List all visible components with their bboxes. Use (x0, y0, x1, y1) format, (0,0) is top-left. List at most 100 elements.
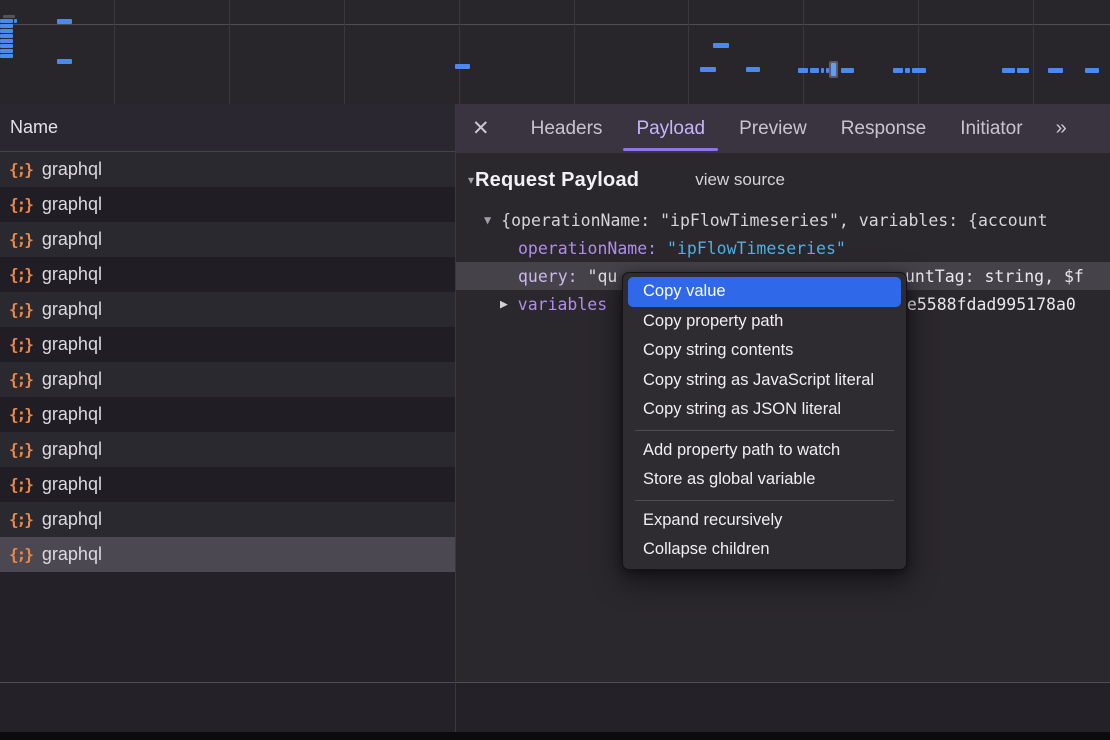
menu-item-expand-recursively[interactable]: Expand recursively (628, 506, 901, 536)
menu-item-copy-value[interactable]: Copy value (628, 277, 901, 307)
menu-item-copy-string-contents[interactable]: Copy string contents (628, 336, 901, 366)
operation-name-row[interactable]: operationName: "ipFlowTimeseries" (456, 234, 1110, 262)
request-row[interactable]: {;} graphql (0, 187, 455, 222)
waterfall-bar[interactable] (3, 15, 15, 18)
property-key: query: (518, 267, 578, 286)
request-row[interactable]: {;} graphql (0, 537, 455, 572)
waterfall-bar[interactable] (893, 68, 903, 73)
waterfall-bar[interactable] (810, 68, 819, 73)
request-row[interactable]: {;}graphql (0, 362, 455, 397)
tab-label: Payload (636, 118, 705, 140)
overview-gridline (574, 0, 575, 104)
waterfall-bar[interactable] (0, 44, 13, 48)
request-name-label: graphql (42, 334, 102, 355)
tab-response[interactable]: Response (841, 104, 927, 153)
request-name-label: graphql (42, 264, 102, 285)
tab-headers[interactable]: Headers (531, 104, 603, 153)
waterfall-bar[interactable] (1002, 68, 1015, 73)
waterfall-bar[interactable] (0, 29, 13, 33)
request-name-label: graphql (42, 299, 102, 320)
pane-divider[interactable] (455, 104, 456, 732)
json-braces-icon: {;} (9, 405, 32, 424)
request-row[interactable]: {;} graphql (0, 432, 455, 467)
menu-item-collapse-children[interactable]: Collapse children (628, 535, 901, 565)
request-name-label: graphql (42, 544, 102, 565)
request-payload-section[interactable]: ▾ Request Payload view source (456, 166, 1110, 194)
waterfall-bar[interactable] (14, 19, 17, 23)
expand-triangle-icon[interactable]: ▶ (500, 297, 508, 312)
waterfall-bar[interactable] (713, 43, 729, 48)
query-value-fragment: untTag: string, $f (905, 267, 1084, 286)
request-name-label: graphql (42, 194, 102, 215)
waterfall-bar[interactable] (798, 68, 808, 73)
request-name-label: graphql (42, 159, 102, 180)
waterfall-bar[interactable] (455, 64, 470, 69)
waterfall-hover-marker[interactable] (829, 61, 838, 78)
overview-gridline (459, 0, 460, 104)
request-name-label: graphql (42, 404, 102, 425)
waterfall-bar[interactable] (57, 19, 72, 24)
expand-triangle-icon[interactable]: ▼ (484, 213, 491, 227)
close-icon[interactable]: ✕ (472, 116, 490, 141)
json-braces-icon: {;} (9, 440, 32, 459)
request-name-label: graphql (42, 509, 102, 530)
request-row[interactable]: {;}graphql (0, 222, 455, 257)
tab-label: Preview (739, 118, 807, 140)
request-row[interactable]: {;} graphql (0, 397, 455, 432)
section-title: Request Payload (475, 169, 639, 192)
payload-root-row[interactable]: ▼ {operationName: "ipFlowTimeseries", va… (456, 206, 1110, 234)
overview-gridline (114, 0, 115, 104)
waterfall-bar[interactable] (0, 49, 13, 53)
menu-item-store-as-global-variable[interactable]: Store as global variable (628, 465, 901, 495)
overview-gridline (344, 0, 345, 104)
tab-preview[interactable]: Preview (739, 104, 807, 153)
name-column-header[interactable]: Name (0, 104, 455, 152)
requests-pane: Name {;} graphql {;} graphql {;} graphql {;} gr… (0, 104, 455, 682)
request-row[interactable]: {;}graphql (0, 502, 455, 537)
request-name-label: graphql (42, 474, 102, 495)
tab-label: Response (841, 118, 927, 140)
waterfall-bar[interactable] (821, 68, 824, 73)
property-key: variables (508, 295, 607, 314)
devtools-network-panel: Name {;} graphql {;} graphql {;} graphql {;} gr… (0, 0, 1110, 740)
request-row[interactable]: {;}graphql (0, 292, 455, 327)
waterfall-bar[interactable] (0, 24, 13, 28)
more-tabs-icon[interactable]: » (1056, 117, 1064, 140)
waterfall-bar[interactable] (1048, 68, 1063, 73)
json-braces-icon: {;} (9, 230, 32, 249)
waterfall-bar[interactable] (746, 67, 760, 72)
json-braces-icon: {;} (9, 545, 32, 564)
view-source-link[interactable]: view source (695, 170, 785, 190)
json-braces-icon: {;} (9, 195, 32, 214)
network-overview-strip[interactable] (0, 0, 1110, 105)
tab-payload[interactable]: Payload (636, 104, 705, 153)
waterfall-bar[interactable] (0, 19, 13, 23)
waterfall-bar[interactable] (57, 59, 72, 64)
footer-area (0, 682, 1110, 732)
request-row[interactable]: {;}graphql (0, 257, 455, 292)
menu-separator (635, 430, 894, 431)
waterfall-bar[interactable] (1085, 68, 1099, 73)
request-row[interactable]: {;} graphql (0, 327, 455, 362)
menu-item-add-property-path-to-watch[interactable]: Add property path to watch (628, 436, 901, 466)
menu-item-copy-string-as-javascript-literal[interactable]: Copy string as JavaScript literal (628, 366, 901, 396)
waterfall-bar[interactable] (700, 67, 716, 72)
tab-strip: Headers Payload Preview Response Initiator (514, 104, 1040, 153)
json-braces-icon: {;} (9, 335, 32, 354)
property-key: operationName: (518, 239, 657, 258)
waterfall-bar[interactable] (0, 39, 13, 43)
waterfall-bar[interactable] (0, 34, 13, 38)
request-row[interactable]: {;}graphql (0, 152, 455, 187)
waterfall-bar[interactable] (912, 68, 926, 73)
tab-initiator[interactable]: Initiator (960, 104, 1022, 153)
menu-separator (635, 500, 894, 501)
menu-item-copy-string-as-json-literal[interactable]: Copy string as JSON literal (628, 395, 901, 425)
request-name-label: graphql (42, 439, 102, 460)
menu-item-copy-property-path[interactable]: Copy property path (628, 307, 901, 337)
request-row[interactable]: {;}graphql (0, 467, 455, 502)
waterfall-bar[interactable] (841, 68, 854, 73)
section-collapse-icon[interactable]: ▾ (468, 173, 474, 187)
waterfall-bar[interactable] (0, 54, 13, 58)
waterfall-bar[interactable] (1017, 68, 1029, 73)
waterfall-bar[interactable] (905, 68, 910, 73)
